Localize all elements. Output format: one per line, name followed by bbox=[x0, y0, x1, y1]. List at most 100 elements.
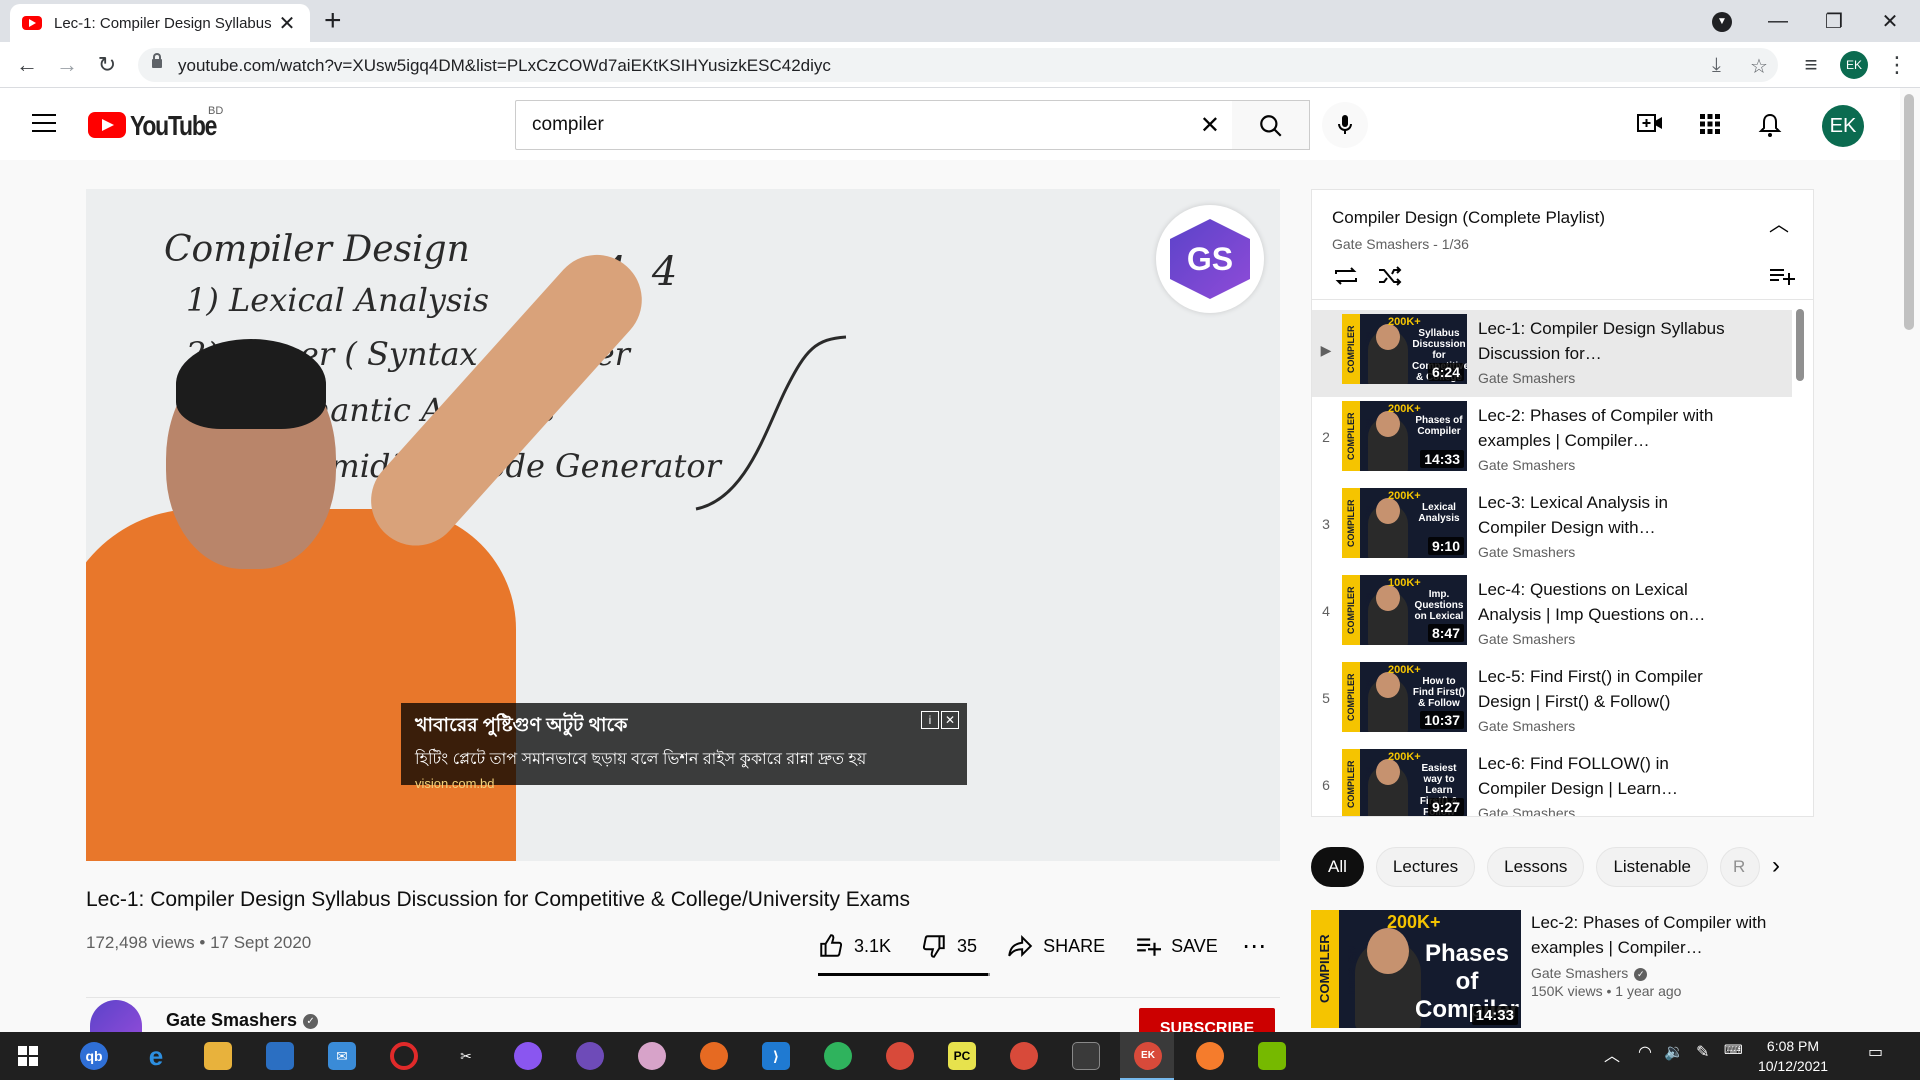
install-app-icon[interactable]: ⤓ bbox=[1712, 54, 1721, 77]
shuffle-icon[interactable] bbox=[1376, 264, 1404, 295]
messenger-icon[interactable] bbox=[514, 1042, 542, 1070]
clear-search-icon[interactable]: ✕ bbox=[1200, 111, 1220, 140]
browser-profile-avatar[interactable]: EK bbox=[1840, 51, 1868, 79]
share-button[interactable]: SHARE bbox=[1007, 933, 1105, 959]
page-scrollbar[interactable] bbox=[1904, 94, 1914, 330]
microsoft-store-icon[interactable] bbox=[266, 1042, 294, 1070]
playlist-item-channel[interactable]: Gate Smashers bbox=[1478, 457, 1738, 473]
pycharm-icon[interactable]: PC bbox=[948, 1042, 976, 1070]
playlist-item-info[interactable]: Lec-2: Phases of Compiler with examples … bbox=[1478, 403, 1738, 473]
dislike-button[interactable]: 35 bbox=[921, 933, 977, 959]
account-avatar[interactable]: EK bbox=[1822, 105, 1864, 147]
chips-next-icon[interactable]: › bbox=[1772, 852, 1780, 880]
reading-list-icon[interactable]: ≡ bbox=[1796, 50, 1826, 80]
postman-icon[interactable] bbox=[1196, 1042, 1224, 1070]
url-text[interactable]: youtube.com/watch?v=XUsw5igq4DM&list=PLx… bbox=[178, 56, 831, 76]
voice-search-button[interactable] bbox=[1322, 102, 1368, 148]
loop-playlist-icon[interactable] bbox=[1332, 264, 1360, 295]
ad-title[interactable]: খাবারের পুষ্টিগুণ অটুট থাকে bbox=[415, 711, 953, 743]
search-query[interactable]: compiler bbox=[532, 114, 604, 136]
ad-close-icon[interactable]: ✕ bbox=[941, 711, 959, 729]
playlist-item-channel[interactable]: Gate Smashers bbox=[1478, 718, 1738, 734]
new-tab-icon[interactable]: + bbox=[324, 6, 342, 36]
vscode-icon[interactable]: ⟩ bbox=[762, 1042, 790, 1070]
playlist-item-thumbnail[interactable]: COMPILER DESIGN 200K+Lexical Analysis 9:10 bbox=[1342, 488, 1467, 558]
qbittorrent-icon[interactable]: qb bbox=[80, 1042, 108, 1070]
terminal-icon[interactable] bbox=[1072, 1042, 1100, 1070]
playlist-item[interactable]: 6COMPILER DESIGN200K+Easiest way to Lear… bbox=[1312, 745, 1792, 816]
forward-icon[interactable]: → bbox=[52, 50, 82, 80]
apps-grid-icon[interactable] bbox=[1696, 112, 1724, 140]
playlist-item-thumbnail[interactable]: COMPILER DESIGN 200K+How to Find First() … bbox=[1342, 662, 1467, 732]
playlist-item[interactable]: 2 COMPILER DESIGN 200K+Phases of Compiler 1… bbox=[1312, 397, 1792, 484]
wifi-icon[interactable]: ◠ bbox=[1638, 1042, 1652, 1062]
back-icon[interactable]: ← bbox=[12, 50, 42, 80]
volume-icon[interactable]: 🔉 bbox=[1664, 1042, 1684, 1062]
channel-name[interactable]: Gate Smashers ✓ bbox=[166, 1010, 319, 1031]
notifications-bell-icon[interactable] bbox=[1756, 112, 1784, 140]
playlist-item[interactable]: 4 COMPILER DESIGN 100K+Imp. Questions on L… bbox=[1312, 571, 1792, 658]
playlist-item-title[interactable]: Lec-4: Questions on Lexical Analysis | I… bbox=[1478, 577, 1738, 627]
playlist-item-thumbnail[interactable]: COMPILER DESIGN200K+Easiest way to Learn… bbox=[1342, 749, 1467, 816]
recommended-channel-name[interactable]: Gate Smashers bbox=[1531, 965, 1628, 981]
recommended-channel[interactable]: Gate Smashers ✓ bbox=[1531, 965, 1771, 981]
playlist-scrollbar[interactable] bbox=[1796, 309, 1804, 381]
more-actions-icon[interactable]: ⋯ bbox=[1242, 932, 1266, 961]
tab-search-icon[interactable]: ▼ bbox=[1712, 12, 1732, 32]
playlist-item-title[interactable]: Lec-1: Compiler Design Syllabus Discussi… bbox=[1478, 316, 1738, 366]
playlist-item-channel[interactable]: Gate Smashers bbox=[1478, 805, 1738, 816]
like-button[interactable]: 3.1K bbox=[818, 933, 891, 959]
playlist-item-info[interactable]: Lec-4: Questions on Lexical Analysis | I… bbox=[1478, 577, 1738, 647]
file-explorer-icon[interactable] bbox=[204, 1042, 232, 1070]
tab-close-icon[interactable]: ✕ bbox=[276, 11, 298, 36]
playlist-subtitle[interactable]: Gate Smashers - 1/36 bbox=[1332, 236, 1469, 252]
playlist-item-channel[interactable]: Gate Smashers bbox=[1478, 631, 1738, 647]
playlist-item-info[interactable]: Lec-3: Lexical Analysis in Compiler Desi… bbox=[1478, 490, 1738, 560]
playlist-item[interactable]: 5 COMPILER DESIGN 200K+How to Find First()… bbox=[1312, 658, 1792, 745]
chrome-icon[interactable] bbox=[886, 1042, 914, 1070]
playlist-item-title[interactable]: Lec-6: Find FOLLOW() in Compiler Design … bbox=[1478, 751, 1738, 801]
playlist-item-thumbnail[interactable]: COMPILER DESIGN 100K+Imp. Questions on Le… bbox=[1342, 575, 1467, 645]
channel-name-text[interactable]: Gate Smashers bbox=[166, 1010, 297, 1030]
filter-chip[interactable]: Lectures bbox=[1375, 847, 1476, 887]
filter-chip[interactable]: All bbox=[1311, 847, 1364, 887]
playlist-item-thumbnail[interactable]: COMPILER DESIGN200K+Syllabus Discussion … bbox=[1342, 314, 1467, 384]
playlist-item-title[interactable]: Lec-2: Phases of Compiler with examples … bbox=[1478, 403, 1738, 453]
ad-overlay[interactable]: খাবারের পুষ্টিগুণ অটুট থাকে হিটিং প্লেটে… bbox=[401, 703, 967, 791]
playlist-item-channel[interactable]: Gate Smashers bbox=[1478, 544, 1738, 560]
video-player[interactable]: Compiler Design 1) Lexical Analysis 2) P… bbox=[86, 189, 1280, 861]
filter-chip[interactable]: R bbox=[1719, 847, 1760, 887]
playlist-title[interactable]: Compiler Design (Complete Playlist) bbox=[1332, 208, 1605, 228]
firefox-icon[interactable] bbox=[700, 1042, 728, 1070]
save-button[interactable]: SAVE bbox=[1135, 933, 1218, 959]
recommended-info[interactable]: Lec-2: Phases of Compiler with examples … bbox=[1531, 910, 1771, 999]
tray-expand-icon[interactable]: ︿ bbox=[1604, 1042, 1620, 1066]
playlist-item-thumbnail[interactable]: COMPILER DESIGN 200K+Phases of Compiler 14… bbox=[1342, 401, 1467, 471]
recommended-title[interactable]: Lec-2: Phases of Compiler with examples … bbox=[1531, 910, 1771, 960]
nvidia-icon[interactable] bbox=[1258, 1042, 1286, 1070]
playlist-item[interactable]: 3 COMPILER DESIGN 200K+Lexical Analysis 9:1… bbox=[1312, 484, 1792, 571]
browser-menu-icon[interactable]: ⋮ bbox=[1882, 50, 1912, 80]
github-desktop-icon[interactable] bbox=[576, 1042, 604, 1070]
playlist-item[interactable]: ▶COMPILER DESIGN200K+Syllabus Discussion… bbox=[1312, 310, 1792, 397]
playlist-item-channel[interactable]: Gate Smashers bbox=[1478, 370, 1738, 386]
ad-info-icon[interactable]: i bbox=[921, 711, 939, 729]
filter-chip[interactable]: Listenable bbox=[1596, 847, 1708, 887]
browser-tab-active[interactable]: Lec-1: Compiler Design Syllabus ✕ bbox=[10, 4, 310, 42]
reload-icon[interactable]: ↻ bbox=[92, 50, 122, 80]
minimize-icon[interactable]: — bbox=[1750, 0, 1806, 42]
playlist-item-title[interactable]: Lec-3: Lexical Analysis in Compiler Desi… bbox=[1478, 490, 1738, 540]
youtube-wordmark[interactable]: YouTube bbox=[130, 110, 217, 142]
playlist-item-info[interactable]: Lec-1: Compiler Design Syllabus Discussi… bbox=[1478, 316, 1738, 386]
guide-menu-icon[interactable] bbox=[32, 114, 56, 132]
pen-icon[interactable]: ✎ bbox=[1696, 1042, 1709, 1062]
filter-chip[interactable]: Lessons bbox=[1487, 847, 1585, 887]
chrome-profile-icon[interactable] bbox=[1010, 1042, 1038, 1070]
chrome-ek-icon[interactable]: EK bbox=[1134, 1042, 1162, 1070]
close-window-icon[interactable]: ✕ bbox=[1862, 0, 1918, 42]
address-bar[interactable]: youtube.com/watch?v=XUsw5igq4DM&list=PLx… bbox=[138, 48, 1778, 82]
playlist-item-info[interactable]: Lec-6: Find FOLLOW() in Compiler Design … bbox=[1478, 751, 1738, 816]
notifications-icon[interactable]: ▭ bbox=[1868, 1042, 1883, 1062]
edge-legacy-icon[interactable]: e bbox=[142, 1042, 170, 1070]
ad-url[interactable]: vision.com.bd bbox=[415, 776, 953, 791]
